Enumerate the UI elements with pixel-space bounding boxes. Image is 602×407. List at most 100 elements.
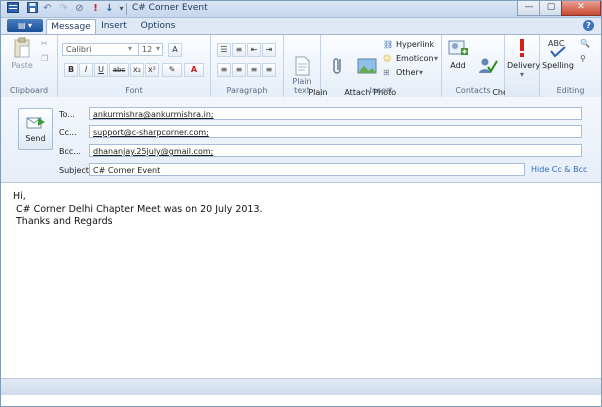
paste-icon <box>14 37 30 58</box>
underline-button[interactable]: U <box>94 63 108 77</box>
check-names-icon <box>479 58 498 73</box>
redo-icon[interactable]: ↷ <box>57 2 70 15</box>
editing-group: ABC Spelling 🔍 ⚲ Editing <box>540 35 601 97</box>
cc-field[interactable]: support@c-sharpcorner.com; <box>89 125 582 138</box>
svg-text:ABC: ABC <box>548 39 565 48</box>
font-group: Calibri ▾ 12 ▾ A B I U abc x₂ x² ✎ A Fon… <box>58 35 211 97</box>
subject-field[interactable]: C# Corner Event <box>89 163 525 176</box>
maximize-button[interactable]: ▢ <box>539 1 563 16</box>
emoticon-dropdown-icon[interactable]: ▾ <box>434 52 438 65</box>
font-family-dropdown-icon[interactable]: ▾ <box>128 42 132 55</box>
delivery-label: Delivery <box>507 61 541 70</box>
emoticon-icon[interactable]: ☺ <box>383 52 391 65</box>
cc-recipient[interactable]: support@c-sharpcorner.com; <box>93 128 209 137</box>
contacts-group: Add Check names Contacts <box>442 35 517 106</box>
paste-label: Paste <box>11 61 33 70</box>
hide-cc-bcc-link[interactable]: Hide Cc & Bcc <box>531 165 587 174</box>
title-separator <box>126 3 127 15</box>
bcc-label[interactable]: Bcc... <box>59 147 81 156</box>
send-icon <box>26 117 45 129</box>
body-line-closing: Thanks and Regards <box>16 216 113 227</box>
body-line-greeting: Hi, <box>13 191 26 202</box>
tab-message[interactable]: Message <box>46 19 96 35</box>
insert-group-label: Insert <box>369 86 393 95</box>
plain-text-icon <box>295 56 310 76</box>
body-line-content: C# Corner Delhi Chapter Meet was on 20 J… <box>16 203 263 215</box>
font-size-dropdown-icon[interactable]: ▾ <box>156 42 160 55</box>
paragraph-group: ☰ ≡ ⇤ ⇥ ≡ ≡ ≡ ≡ Paragraph <box>211 35 284 97</box>
paste-button[interactable]: Paste <box>9 37 35 70</box>
ribbon-tab-bar: ▤ ▾ Message Insert Options ? <box>1 18 601 35</box>
align-center-icon[interactable]: ≡ <box>232 63 246 77</box>
spelling-label: Spelling <box>542 61 574 70</box>
to-recipient[interactable]: ankurmishra@ankurmishra.in; <box>93 110 214 119</box>
highlight-button[interactable]: ✎ <box>162 63 182 77</box>
bullets-icon[interactable]: ☰ <box>217 43 231 57</box>
undo-icon[interactable]: ↶ <box>41 2 54 15</box>
close-button[interactable]: ✕ <box>561 1 601 16</box>
justify-icon[interactable]: ≡ <box>262 63 276 77</box>
status-bar <box>1 378 601 395</box>
clipboard-group: Paste ✂ ❐ Clipboard <box>1 35 58 97</box>
add-contact-icon <box>448 40 468 55</box>
italic-button[interactable]: I <box>79 63 93 77</box>
bcc-recipient[interactable]: dhananjay.25july@gmail.com; <box>93 147 213 156</box>
tab-insert[interactable]: Insert <box>97 19 131 34</box>
cc-label[interactable]: Cc... <box>59 128 77 137</box>
hyperlink-icon[interactable]: ⛓ <box>383 38 393 51</box>
help-icon[interactable]: ? <box>583 20 594 31</box>
delivery-dropdown-icon: ▾ <box>519 70 524 79</box>
mail-compose-window: ↶ ↷ ⊘ ! ↓ ▾ C# Corner Event — ▢ ✕ ▤ ▾ Me… <box>0 0 602 407</box>
subject-label: Subject <box>59 166 89 175</box>
tab-options[interactable]: Options <box>137 19 179 34</box>
strikethrough-button[interactable]: abc <box>109 63 129 77</box>
add-contact-label: Add <box>450 61 466 70</box>
subscript-button[interactable]: x₂ <box>130 63 144 77</box>
send-button[interactable]: Send <box>18 108 53 150</box>
font-group-label: Font <box>125 86 143 95</box>
high-priority-icon[interactable]: ! <box>89 2 102 15</box>
font-color-button[interactable]: A <box>184 63 204 77</box>
minimize-button[interactable]: — <box>517 1 541 16</box>
other-button[interactable]: Other <box>396 66 419 79</box>
cut-icon[interactable]: ✂ <box>41 37 48 50</box>
app-icon[interactable] <box>6 2 19 15</box>
window-title: C# Corner Event <box>132 3 208 13</box>
delivery-priority-icon <box>520 39 524 57</box>
find-next-icon[interactable]: ⚲ <box>580 52 586 65</box>
photo-album-icon <box>357 58 377 74</box>
find-icon[interactable]: 🔍 <box>580 37 590 50</box>
add-contact-button[interactable]: Add <box>445 37 471 70</box>
emoticon-button[interactable]: Emoticon <box>396 52 433 65</box>
contacts-group-label: Contacts <box>455 86 491 95</box>
plain-text-group-label: Plain text <box>292 77 312 95</box>
other-icon[interactable]: ⊞ <box>383 66 390 79</box>
bcc-field[interactable]: dhananjay.25july@gmail.com; <box>89 144 582 157</box>
spelling-icon: ABC <box>548 39 566 58</box>
delivery-button[interactable]: Delivery ▾ <box>507 37 541 79</box>
align-left-icon[interactable]: ≡ <box>217 63 231 77</box>
superscript-button[interactable]: x² <box>145 63 159 77</box>
attach-icon[interactable]: ⊘ <box>73 2 86 15</box>
save-icon[interactable] <box>26 2 39 15</box>
other-dropdown-icon[interactable]: ▾ <box>419 66 423 79</box>
grow-font-icon[interactable]: A <box>168 43 182 57</box>
increase-indent-icon[interactable]: ⇥ <box>262 43 276 57</box>
app-menu-button[interactable]: ▤ ▾ <box>7 19 43 32</box>
hyperlink-button[interactable]: Hyperlink <box>396 38 434 51</box>
message-body[interactable]: Hi, C# Corner Delhi Chapter Meet was on … <box>13 191 263 229</box>
align-right-icon[interactable]: ≡ <box>247 63 261 77</box>
spelling-button[interactable]: ABC Spelling <box>542 37 574 70</box>
ribbon: Paste ✂ ❐ Clipboard Calibri ▾ 12 ▾ A B I… <box>1 34 601 106</box>
title-bar: ↶ ↷ ⊘ ! ↓ ▾ C# Corner Event — ▢ ✕ <box>1 1 601 18</box>
paragraph-group-label: Paragraph <box>226 86 268 95</box>
clipboard-group-label: Clipboard <box>9 86 49 95</box>
decrease-indent-icon[interactable]: ⇤ <box>247 43 261 57</box>
copy-icon[interactable]: ❐ <box>41 52 48 65</box>
numbering-icon[interactable]: ≡ <box>232 43 246 57</box>
delivery-group: Delivery ▾ <box>505 35 540 97</box>
to-field[interactable]: ankurmishra@ankurmishra.in; <box>89 107 582 120</box>
insert-group: Attach file Photo album ⛓ Hyperlink ☺ Em… <box>321 35 442 106</box>
bold-button[interactable]: B <box>64 63 78 77</box>
to-label[interactable]: To... <box>59 110 75 119</box>
